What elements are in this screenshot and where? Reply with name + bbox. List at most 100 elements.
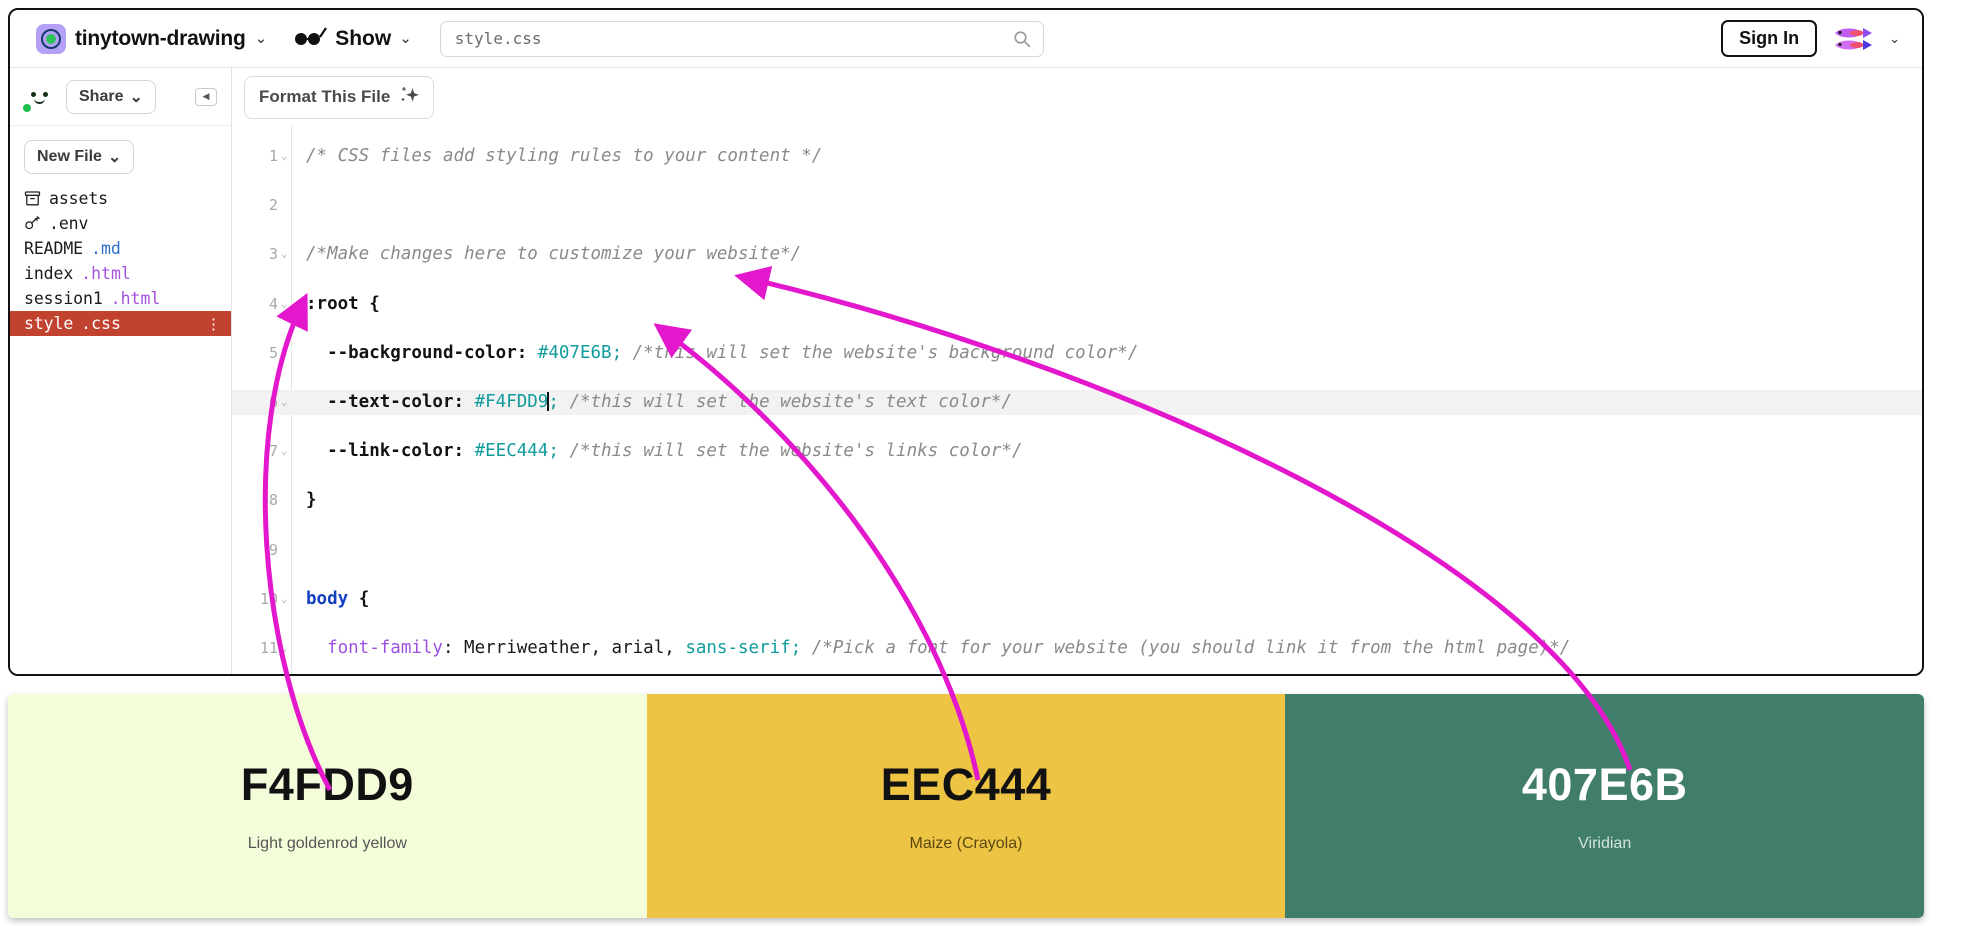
- editor-window: tinytown-drawing ⌄ Show ⌄ style.css Sign…: [8, 8, 1924, 676]
- format-button-label: Format This File: [259, 87, 391, 106]
- line-number: 7: [268, 442, 278, 461]
- code-line[interactable]: 1 ⌄ /* CSS files add styling rules to your…: [232, 144, 1922, 169]
- file-item-session1-html[interactable]: session1 .html: [10, 286, 231, 311]
- project-switcher[interactable]: tinytown-drawing ⌄: [36, 23, 268, 54]
- line-number: 5: [268, 343, 278, 362]
- fold-chevron-icon[interactable]: ⌄: [281, 636, 288, 661]
- sidebar-header: Share ⌄ ◀: [10, 68, 231, 126]
- line-number: 2: [268, 196, 278, 215]
- file-name: index: [24, 264, 74, 283]
- fold-chevron-icon[interactable]: ⌄: [281, 341, 288, 366]
- code-value: sans-serif: [685, 637, 791, 658]
- code-content[interactable]: 1 ⌄/* CSS files add styling rules to your…: [232, 144, 1922, 674]
- code-property: --text-color:: [327, 391, 475, 412]
- swatch-hex: F4FDD9: [240, 759, 414, 810]
- file-name: assets: [49, 189, 109, 208]
- code-property: font-family: [327, 637, 443, 658]
- code-line[interactable]: 2: [232, 193, 1922, 218]
- project-logo-icon: [36, 23, 66, 54]
- editor-toolbar: Format This File: [232, 68, 1922, 126]
- file-item-index-html[interactable]: index .html: [10, 261, 231, 286]
- code-comment: /*Pick a font for your website (you shou…: [801, 637, 1571, 658]
- code-line[interactable]: 7 ⌄ --link-color: #EEC444; /*this will se…: [232, 439, 1922, 464]
- project-name: tinytown-drawing: [75, 26, 246, 50]
- editor-bottom-divider: [232, 674, 1922, 676]
- file-extension: .css: [81, 314, 121, 333]
- code-line[interactable]: 10 ⌄ body {: [232, 587, 1922, 612]
- code-comment: /*this will set the website's links colo…: [558, 441, 1023, 462]
- chevron-down-icon[interactable]: ⌄: [1889, 32, 1900, 45]
- fold-chevron-icon[interactable]: ⌄: [281, 242, 288, 267]
- chevron-down-icon: ⌄: [129, 88, 143, 106]
- line-number: 3: [268, 245, 278, 264]
- line-number: 8: [268, 491, 278, 510]
- code-line[interactable]: 3 ⌄ /*Make changes here to customize your …: [232, 242, 1922, 267]
- line-number: 10: [259, 589, 278, 608]
- file-item-assets[interactable]: assets: [10, 186, 231, 211]
- code-line[interactable]: 9: [232, 538, 1922, 563]
- file-list: assets .env README .md index .html sessi…: [10, 186, 231, 336]
- color-swatch-strip: F4FDD9 Light goldenrod yellow EEC444 Mai…: [8, 694, 1924, 918]
- file-extension: .html: [81, 264, 131, 283]
- fold-chevron-icon[interactable]: ⌄: [281, 144, 288, 169]
- file-extension: .md: [91, 239, 121, 258]
- swatch-EEC444[interactable]: EEC444 Maize (Crayola): [646, 694, 1286, 918]
- file-item-env[interactable]: .env: [10, 211, 231, 236]
- show-label: Show: [335, 26, 392, 50]
- share-label: Share: [79, 87, 124, 105]
- collapse-sidebar-button[interactable]: ◀: [195, 87, 217, 106]
- chevron-down-icon: ⌄: [107, 149, 122, 166]
- code-property: --background-color:: [327, 342, 538, 363]
- format-this-file-button[interactable]: Format This File: [244, 75, 435, 119]
- code-color-value: #EEC444: [474, 441, 549, 462]
- show-menu[interactable]: Show ⌄: [293, 26, 412, 51]
- file-name: style: [24, 314, 74, 333]
- swatch-407E6B[interactable]: 407E6B Viridian: [1285, 694, 1924, 918]
- swatch-color-name: Maize (Crayola): [909, 835, 1023, 852]
- code-comment: /*Make changes here to customize your we…: [306, 244, 802, 265]
- sparkle-icon: [399, 85, 420, 110]
- swatch-hex: EEC444: [880, 759, 1052, 810]
- sign-in-button[interactable]: Sign In: [1721, 20, 1818, 57]
- file-item-readme[interactable]: README .md: [10, 236, 231, 261]
- top-right-controls: Sign In ⌄: [1721, 20, 1906, 57]
- new-file-button[interactable]: New File ⌄: [24, 140, 135, 174]
- share-button[interactable]: Share ⌄: [66, 79, 156, 114]
- file-name: .env: [49, 214, 89, 233]
- code-editor-pane: Format This File 1 ⌄/* CSS files add styl…: [232, 68, 1922, 676]
- code-line[interactable]: 11 ⌄ font-family: Merriweather, arial, sa…: [232, 636, 1922, 661]
- fold-chevron-icon[interactable]: ⌄: [281, 439, 288, 464]
- fold-chevron-icon[interactable]: ⌄: [281, 292, 288, 317]
- search-icon[interactable]: [1013, 30, 1031, 53]
- chevron-down-icon: ⌄: [254, 30, 268, 47]
- file-item-style-css[interactable]: style .css ⋮: [10, 311, 231, 336]
- code-brace: }: [306, 490, 317, 511]
- app-root: tinytown-drawing ⌄ Show ⌄ style.css Sign…: [0, 0, 1966, 926]
- swatch-color-name: Light goldenrod yellow: [247, 835, 407, 852]
- fold-chevron-icon[interactable]: ⌄: [281, 587, 288, 612]
- code-semicolon: ;: [548, 441, 559, 462]
- code-line[interactable]: 4 ⌄:root {: [232, 292, 1922, 317]
- chevron-down-icon: ⌄: [399, 30, 412, 47]
- line-number: 9: [268, 540, 278, 559]
- avatar[interactable]: [1831, 24, 1875, 54]
- fold-chevron-icon[interactable]: ⌄: [281, 390, 288, 415]
- code-area[interactable]: 1 ⌄/* CSS files add styling rules to your…: [232, 126, 1922, 676]
- file-extension: .html: [110, 289, 161, 308]
- glasses-icon: [293, 26, 328, 51]
- code-line[interactable]: 5 ⌄ --background-color: #407E6B; /*this w…: [232, 341, 1922, 366]
- line-number: 1: [268, 147, 278, 165]
- code-property: --link-color:: [327, 441, 475, 462]
- line-number: 11: [259, 638, 278, 657]
- search-input[interactable]: [439, 20, 1044, 57]
- code-semicolon: ;: [790, 637, 802, 658]
- file-options-kebab-icon[interactable]: ⋮: [206, 315, 221, 333]
- swatch-color-name: Viridian: [1578, 835, 1632, 852]
- code-line[interactable]: 8}: [232, 488, 1922, 513]
- code-line-active[interactable]: 6 ⌄ --text-color: #F4FDD9; /*this will se…: [232, 389, 1922, 415]
- swatch-F4FDD9[interactable]: F4FDD9 Light goldenrod yellow: [8, 694, 647, 918]
- top-toolbar: tinytown-drawing ⌄ Show ⌄ style.css Sign…: [10, 10, 1922, 68]
- code-comment: /* CSS files add styling rules to your c…: [306, 146, 823, 166]
- code-color-value: #407E6B: [537, 342, 612, 363]
- archive-box-icon: [24, 190, 41, 207]
